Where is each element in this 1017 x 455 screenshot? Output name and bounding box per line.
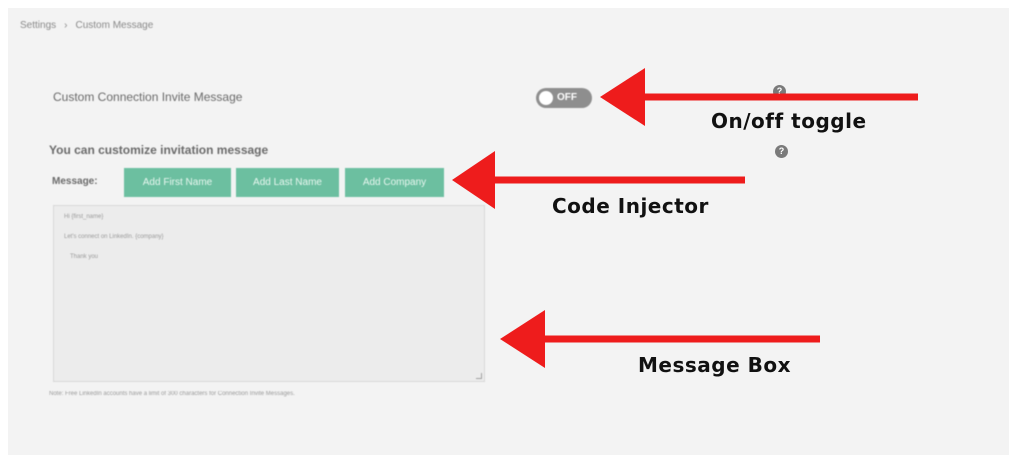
injector-annotation-label: Code Injector bbox=[552, 194, 709, 218]
annotation-arrows bbox=[452, 68, 918, 368]
toggle-annotation-label: On/off toggle bbox=[711, 109, 867, 133]
message-box-annotation-label: Message Box bbox=[638, 353, 791, 377]
